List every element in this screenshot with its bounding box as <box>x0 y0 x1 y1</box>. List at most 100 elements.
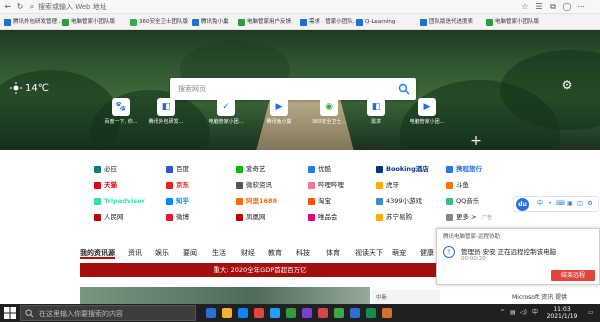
quick-link[interactable]: 携程旅行 <box>446 164 482 175</box>
favorites-icon[interactable]: ☰ <box>534 2 544 12</box>
shortcut-tile[interactable]: ◧ 需求 <box>355 98 397 138</box>
quick-link[interactable]: 爱奇艺 <box>236 164 266 175</box>
shortcut-tile[interactable]: 🐾 百度一下, 你... <box>100 98 142 138</box>
news-tab[interactable]: 我的资讯源 <box>80 248 115 259</box>
news-tab[interactable]: 科技 <box>296 248 310 259</box>
quick-link[interactable]: 知乎 <box>166 196 189 207</box>
collections-icon[interactable]: ⧉ <box>548 2 558 12</box>
quick-link[interactable]: 更多 > <box>446 212 477 223</box>
hero-search-input[interactable]: 搜索网页 <box>178 84 206 94</box>
quick-link[interactable]: Tripadvisor <box>94 196 145 207</box>
quick-link[interactable]: QQ音乐 <box>446 196 479 207</box>
bookmark-item[interactable]: 需求 · 管家小团队... <box>300 17 358 27</box>
input-method-bar[interactable]: du 中 • ⌨ ▣ ◫ ⚙ <box>513 196 599 212</box>
quick-link[interactable]: 阿里1688 <box>236 196 277 207</box>
news-tab[interactable]: 生活 <box>212 248 226 259</box>
news-image[interactable] <box>80 287 370 305</box>
news-tab[interactable]: 健康 <box>420 248 434 259</box>
bookmark-item[interactable]: 腾讯兔小巢 <box>192 17 229 27</box>
shortcut-tile[interactable]: ▶ 电脑管家小团... <box>406 98 448 138</box>
settings-icon[interactable]: ⚙ <box>586 200 594 208</box>
news-tab[interactable]: 体育 <box>326 248 340 259</box>
taskbar-app-icon[interactable] <box>334 308 344 318</box>
quick-link[interactable]: 微软资讯 <box>236 180 272 191</box>
bookmark-item[interactable]: 360安全卫士团队版 <box>130 17 188 27</box>
quick-link[interactable]: 凤凰网 <box>236 212 266 223</box>
end-remote-button[interactable]: 结束远程 <box>551 270 595 281</box>
quick-link[interactable]: 微博 <box>166 212 189 223</box>
quick-link[interactable]: 虎牙 <box>376 180 399 191</box>
taskbar-app-icon[interactable] <box>222 308 232 318</box>
quick-link[interactable]: 苏宁易购 <box>376 212 412 223</box>
taskbar-app-icon[interactable] <box>206 308 216 318</box>
news-tab[interactable]: 娱乐 <box>155 248 169 259</box>
quick-link[interactable]: 淘宝 <box>308 196 331 207</box>
taskbar-app-icon[interactable] <box>350 308 360 318</box>
back-icon[interactable]: ← <box>3 2 13 12</box>
taskbar-app-icon[interactable] <box>366 308 376 318</box>
bookmark-item[interactable]: 电脑管家小团队版 <box>486 17 539 27</box>
news-tab[interactable]: 教育 <box>268 248 282 259</box>
taskbar-app-icon[interactable] <box>318 308 328 318</box>
bookmark-item[interactable]: 团队版迭代进度表 <box>420 17 473 27</box>
quick-link[interactable]: 哔哩哔哩 <box>308 180 344 191</box>
hero-search-box[interactable]: 搜索网页 <box>170 78 416 100</box>
windows-start-icon[interactable] <box>4 307 16 319</box>
ime-indicator[interactable]: 中 <box>532 309 538 317</box>
news-tab[interactable]: 要闻 <box>183 248 197 259</box>
news-tab[interactable]: 视读天下 <box>355 248 383 259</box>
more-icon[interactable]: ⋯ <box>576 2 586 12</box>
shortcut-tile[interactable]: ✓ 电脑管家小团... <box>205 98 247 138</box>
weather-widget[interactable]: 14℃ <box>10 82 49 94</box>
shortcut-tile[interactable]: ◧ 腾讯外包研发... <box>145 98 187 138</box>
refresh-icon[interactable]: ↻ <box>15 2 25 12</box>
bookmark-item[interactable]: 电脑管家用户反馈 <box>238 17 291 27</box>
news-tab[interactable]: 资讯 <box>128 248 142 259</box>
profile-icon[interactable]: ◯ <box>562 2 572 12</box>
taskbar-app-icon[interactable] <box>382 308 392 318</box>
gear-icon[interactable]: ⚙ <box>560 78 574 92</box>
taskbar-clock[interactable]: 11:03 2021/1/19 <box>540 306 584 320</box>
favorite-star-icon[interactable]: ☆ <box>520 2 530 12</box>
news-tab[interactable]: 财经 <box>241 248 255 259</box>
bookmark-item[interactable]: 腾讯外包研发管理... <box>4 17 62 27</box>
quick-link[interactable]: 天猫 <box>94 180 117 191</box>
notification-icon[interactable]: ▭ <box>588 309 594 317</box>
bookmark-item[interactable]: Q-Learning <box>356 17 395 27</box>
taskbar-app-icon[interactable] <box>270 308 280 318</box>
punct-key[interactable]: • <box>546 200 554 208</box>
quick-link[interactable]: 京东 <box>166 180 189 191</box>
taskbar-search-input[interactable]: 在这里输入你要搜索的内容 <box>39 309 123 319</box>
quick-link[interactable]: Booking酒店 <box>376 164 429 175</box>
volume-icon[interactable]: ◁) <box>520 309 527 317</box>
quick-link[interactable]: 斗鱼 <box>446 180 469 191</box>
taskbar-app-icon[interactable] <box>254 308 264 318</box>
headline-banner[interactable]: 重大: 2020全年GDP首超百万亿 <box>80 263 440 277</box>
quick-link[interactable]: 优酷 <box>308 164 331 175</box>
shortcut-tile[interactable]: ▶ 腾讯兔小巢 <box>258 98 300 138</box>
tray-up-icon[interactable]: ^ <box>500 309 505 317</box>
skin-icon[interactable]: ▣ <box>566 200 574 208</box>
taskbar-app-icon[interactable] <box>238 308 248 318</box>
news-tab[interactable]: 萌宠 <box>392 248 406 259</box>
add-tile-icon[interactable]: + <box>469 134 483 148</box>
input-method-logo[interactable]: du <box>516 198 529 211</box>
taskbar-search[interactable]: 在这里输入你要搜索的内容 <box>20 305 196 321</box>
toolbox-icon[interactable]: ◫ <box>576 200 584 208</box>
network-icon[interactable]: ▤ <box>510 309 516 317</box>
taskbar-app-icon[interactable] <box>302 308 312 318</box>
quick-link[interactable]: 唯品会 <box>308 212 338 223</box>
quick-link-icon <box>308 198 315 205</box>
quick-link[interactable]: 必应 <box>94 164 117 175</box>
quick-link[interactable]: 4399小游戏 <box>376 196 422 207</box>
ms-news-credit[interactable]: Microsoft 资讯 提供 <box>512 292 567 301</box>
taskbar-app-icon[interactable] <box>286 308 296 318</box>
shortcut-tile[interactable]: ◉ 360安全卫士... <box>308 98 350 138</box>
lang-key[interactable]: 中 <box>536 200 544 208</box>
bing-search-icon[interactable] <box>398 83 410 95</box>
keyboard-icon[interactable]: ⌨ <box>556 200 565 208</box>
address-input[interactable]: 搜索或输入 Web 地址 <box>38 2 107 12</box>
quick-link[interactable]: 百度 <box>166 164 189 175</box>
bookmark-item[interactable]: 电脑管家小团队版 <box>62 17 115 27</box>
quick-link[interactable]: 人民网 <box>94 212 124 223</box>
